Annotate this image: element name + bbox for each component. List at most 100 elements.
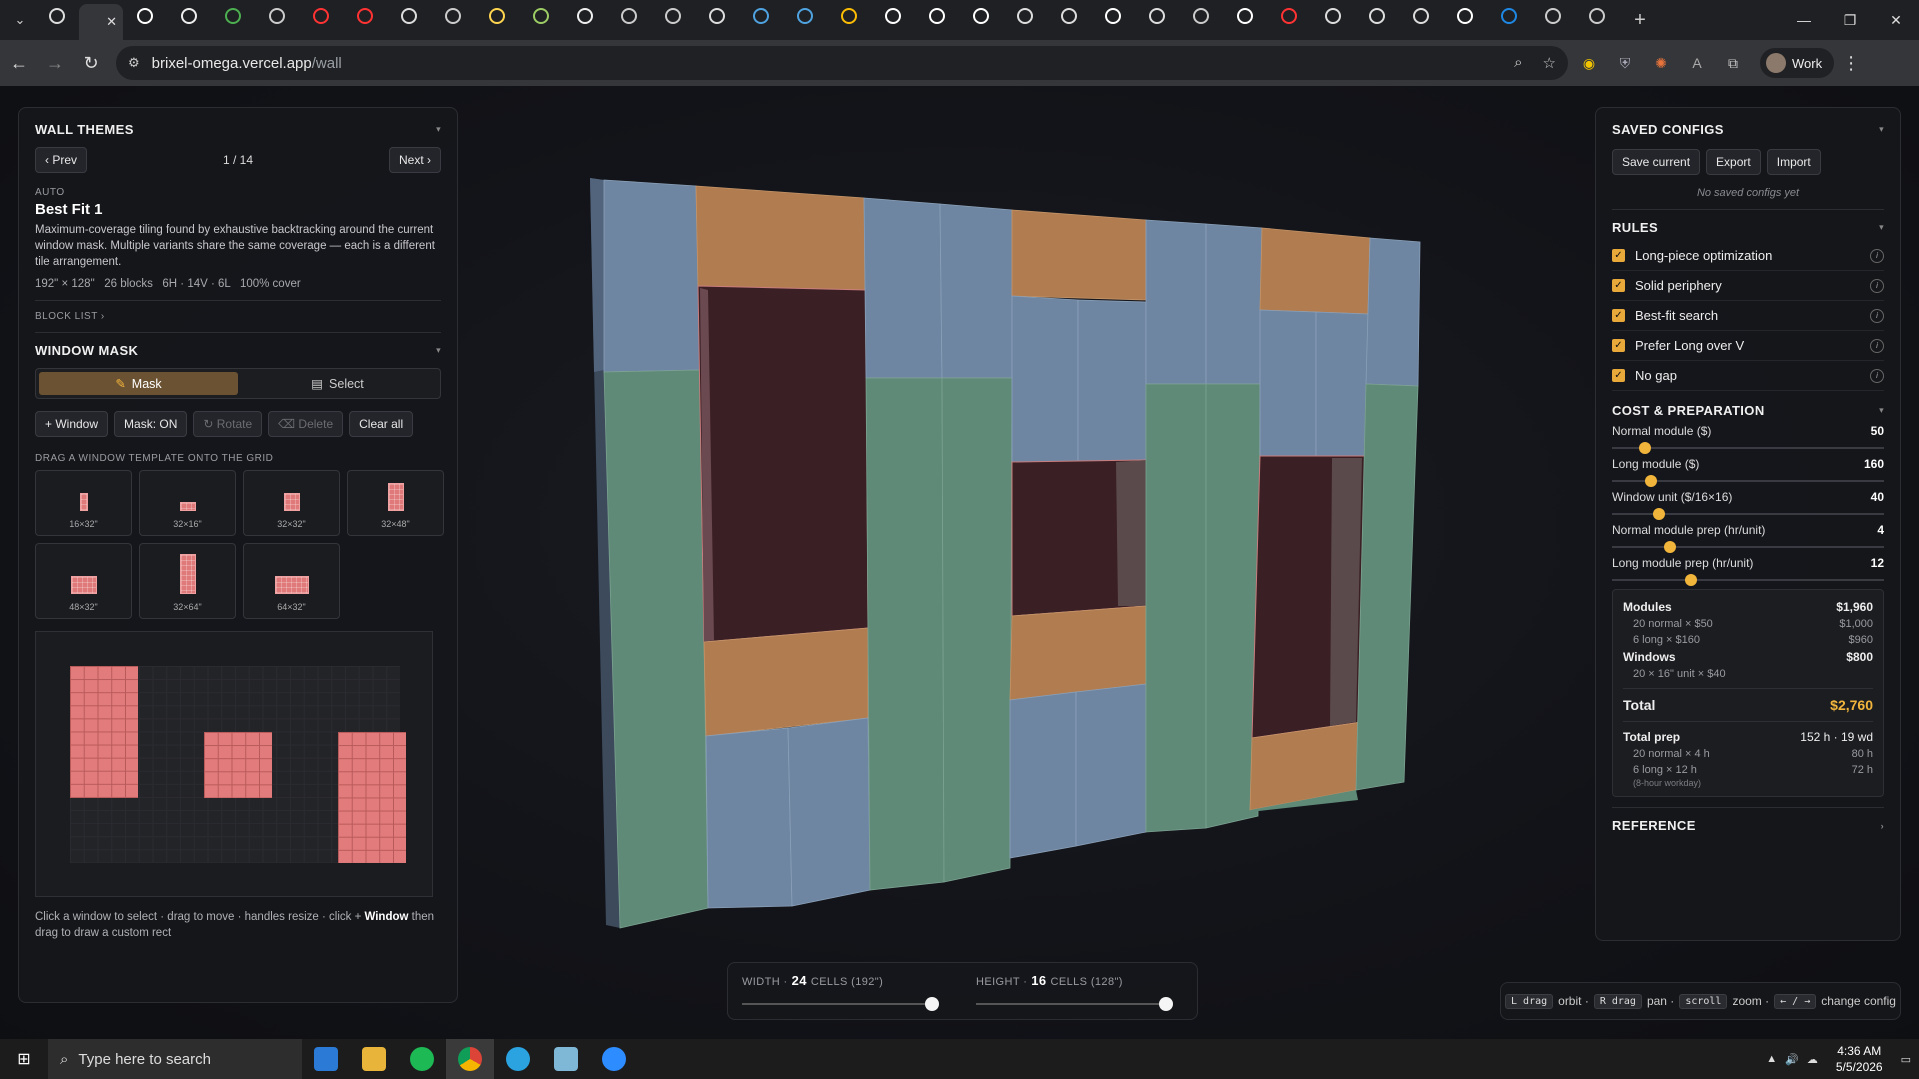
browser-tab[interactable]	[915, 0, 959, 32]
mask-window[interactable]	[338, 732, 406, 863]
zoom-app-icon[interactable]	[590, 1039, 638, 1079]
expand-caret-icon[interactable]: ›	[1881, 821, 1884, 831]
taskbar-search[interactable]: ⌕ Type here to search	[48, 1039, 302, 1079]
export-button[interactable]: Export	[1706, 149, 1761, 175]
browser-tab[interactable]	[123, 0, 167, 32]
template-64x32[interactable]: 64×32"	[243, 543, 340, 619]
browser-tab[interactable]	[167, 0, 211, 32]
chrome-icon[interactable]	[446, 1039, 494, 1079]
template-32x16[interactable]: 32×16"	[139, 470, 236, 536]
rule-row[interactable]: ✓ Long-piece optimization i	[1612, 241, 1884, 271]
slider-thumb[interactable]	[925, 997, 939, 1011]
scene-viewport[interactable]: WALL THEMES ▾ ‹ Prev 1 / 14 Next › AUTO …	[0, 86, 1919, 1059]
network-icon[interactable]: ☁	[1807, 1053, 1818, 1066]
browser-tab[interactable]	[1003, 0, 1047, 32]
template-32x48[interactable]: 32×48"	[347, 470, 444, 536]
info-icon[interactable]: i	[1870, 248, 1884, 263]
shield-icon[interactable]: ⛨	[1610, 48, 1640, 78]
extensions-puzzle-icon[interactable]: ⧉	[1718, 48, 1748, 78]
tab-search-icon[interactable]: ⌄	[5, 5, 35, 35]
checkbox-checked-icon[interactable]: ✓	[1612, 309, 1625, 322]
volume-icon[interactable]: 🔊	[1785, 1053, 1799, 1066]
browser-tab[interactable]	[695, 0, 739, 32]
browser-tab[interactable]	[1047, 0, 1091, 32]
slider-thumb[interactable]	[1644, 475, 1657, 487]
template-32x32[interactable]: 32×32"	[243, 470, 340, 536]
reference-header[interactable]: REFERENCE ›	[1612, 818, 1884, 833]
reload-icon[interactable]: ↻	[74, 46, 108, 80]
browser-tab[interactable]	[211, 0, 255, 32]
browser-menu-icon[interactable]: ⋮	[1834, 53, 1868, 74]
slider-thumb[interactable]	[1663, 541, 1676, 553]
new-tab-button[interactable]: +	[1625, 5, 1655, 35]
browser-tab[interactable]	[1575, 0, 1619, 32]
info-icon[interactable]: i	[1870, 368, 1884, 383]
cost-slider[interactable]	[1612, 442, 1884, 454]
cost-slider[interactable]	[1612, 541, 1884, 553]
info-icon[interactable]: i	[1870, 338, 1884, 353]
browser-tab[interactable]	[475, 0, 519, 32]
mask-grid-cells[interactable]	[70, 666, 406, 863]
zoom-icon[interactable]: ⌕	[1514, 54, 1522, 72]
rules-header[interactable]: RULES ▾	[1612, 220, 1884, 235]
browser-tab[interactable]	[1311, 0, 1355, 32]
mask-toggle-button[interactable]: Mask: ON	[114, 411, 188, 437]
file-explorer-icon[interactable]	[350, 1039, 398, 1079]
prev-theme-button[interactable]: ‹ Prev	[35, 147, 88, 173]
claude-icon[interactable]: ✺	[1646, 48, 1676, 78]
rule-row[interactable]: ✓ Best-fit search i	[1612, 301, 1884, 331]
select-mode-tab[interactable]: ▤ Select	[238, 372, 437, 395]
profile-button[interactable]: Work	[1760, 48, 1835, 78]
slider-thumb[interactable]	[1685, 574, 1698, 586]
windows-start-icon[interactable]: ⊞	[0, 1039, 48, 1079]
telegram-icon[interactable]	[494, 1039, 542, 1079]
checkbox-checked-icon[interactable]: ✓	[1612, 279, 1625, 292]
browser-tab[interactable]	[563, 0, 607, 32]
browser-tab[interactable]: ✕	[79, 4, 123, 40]
add-window-button[interactable]: + Window	[35, 411, 109, 437]
site-info-icon[interactable]: ⚙	[128, 55, 140, 71]
browser-tab[interactable]	[1531, 0, 1575, 32]
browser-tab[interactable]	[387, 0, 431, 32]
collapse-caret-icon[interactable]: ▾	[1879, 405, 1884, 416]
cost-header[interactable]: COST & PREPARATION ▾	[1612, 403, 1884, 418]
height-slider[interactable]	[976, 997, 1173, 1011]
back-icon[interactable]: ←	[2, 46, 36, 80]
wall-themes-header[interactable]: WALL THEMES ▾	[35, 122, 441, 137]
window-mask-header[interactable]: WINDOW MASK ▾	[35, 343, 441, 358]
mask-window[interactable]	[204, 732, 272, 798]
info-icon[interactable]: i	[1870, 278, 1884, 293]
browser-tab[interactable]	[607, 0, 651, 32]
rule-row[interactable]: ✓ Prefer Long over V i	[1612, 331, 1884, 361]
browser-tab[interactable]	[255, 0, 299, 32]
close-window-icon[interactable]: ✕	[1873, 0, 1919, 40]
spotify-icon[interactable]	[398, 1039, 446, 1079]
collapse-caret-icon[interactable]: ▾	[1879, 222, 1884, 233]
browser-tab[interactable]	[827, 0, 871, 32]
browser-tab[interactable]	[431, 0, 475, 32]
restore-icon[interactable]: ❐	[1827, 0, 1873, 40]
collapse-caret-icon[interactable]: ▾	[436, 124, 441, 135]
translate-icon[interactable]: A	[1682, 48, 1712, 78]
browser-tab[interactable]	[1179, 0, 1223, 32]
template-32x64[interactable]: 32×64"	[139, 543, 236, 619]
browser-tab[interactable]	[299, 0, 343, 32]
browser-tab[interactable]	[871, 0, 915, 32]
browser-tab[interactable]	[343, 0, 387, 32]
info-icon[interactable]: i	[1870, 308, 1884, 323]
browser-tab[interactable]	[783, 0, 827, 32]
rule-row[interactable]: ✓ Solid periphery i	[1612, 271, 1884, 301]
cost-slider[interactable]	[1612, 475, 1884, 487]
browser-tab[interactable]	[35, 0, 79, 32]
slider-thumb[interactable]	[1639, 442, 1652, 454]
browser-tab[interactable]	[1091, 0, 1135, 32]
next-theme-button[interactable]: Next ›	[388, 147, 441, 173]
app-icon[interactable]	[542, 1039, 590, 1079]
cost-slider[interactable]	[1612, 574, 1884, 586]
address-bar[interactable]: ⚙ brixel-omega.vercel.app/wall ⌕ ☆	[116, 46, 1568, 80]
browser-tab[interactable]	[1267, 0, 1311, 32]
extension-icon[interactable]: ◉	[1574, 48, 1604, 78]
clear-all-button[interactable]: Clear all	[349, 411, 414, 437]
saved-configs-header[interactable]: SAVED CONFIGS ▾	[1612, 122, 1884, 137]
browser-tab[interactable]	[959, 0, 1003, 32]
